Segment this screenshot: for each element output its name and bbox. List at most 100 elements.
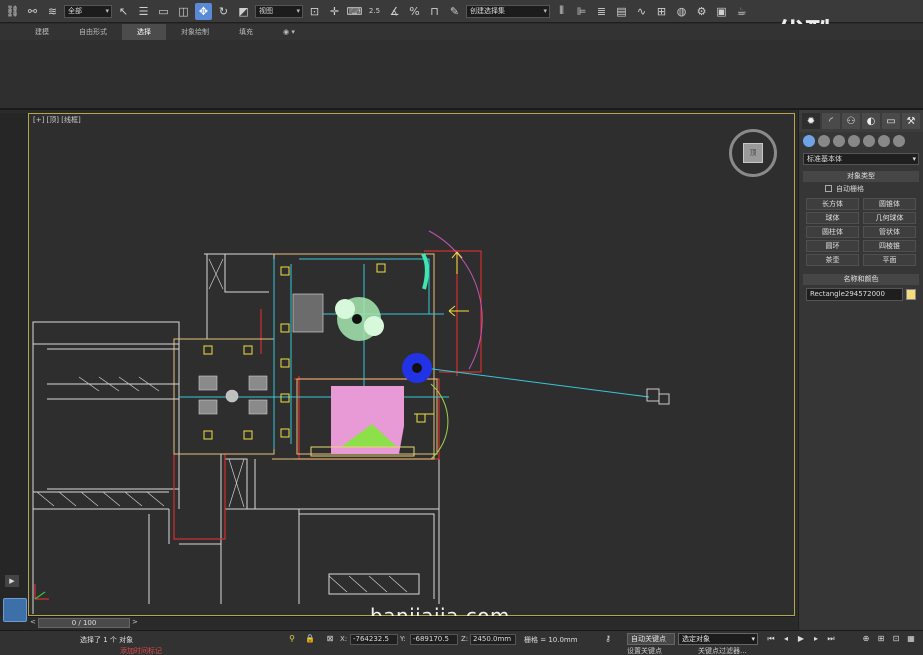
plane-button[interactable]: 平面 xyxy=(863,254,916,266)
select-by-name-icon[interactable]: ☰ xyxy=(135,3,152,20)
cameras-category-icon[interactable] xyxy=(848,135,860,147)
object-name-field[interactable]: Rectangle294572000 xyxy=(806,288,903,301)
systems-category-icon[interactable] xyxy=(893,135,905,147)
box-button[interactable]: 长方体 xyxy=(806,198,859,210)
set-key-label[interactable]: 设置关键点 xyxy=(627,646,662,655)
select-icon[interactable]: ↖ xyxy=(115,3,132,20)
sphere-button[interactable]: 球体 xyxy=(806,212,859,224)
tab-object-paint[interactable]: 对象绘制 xyxy=(166,24,224,40)
cone-button[interactable]: 圆锥体 xyxy=(863,198,916,210)
lights-category-icon[interactable] xyxy=(833,135,845,147)
key-mode-icon[interactable]: ⚷ xyxy=(602,633,614,645)
geometry-category-icon[interactable] xyxy=(803,135,815,147)
object-type-title[interactable]: 对象类型 xyxy=(803,171,919,182)
tube-button[interactable]: 管状体 xyxy=(863,226,916,238)
name-color-title[interactable]: 名称和颜色 xyxy=(803,274,919,285)
timeline-next-icon[interactable]: > xyxy=(132,618,138,626)
render-icon[interactable]: ☕ xyxy=(733,3,750,20)
modify-tab-icon[interactable]: ◜ xyxy=(822,113,840,129)
display-tab-icon[interactable]: ▭ xyxy=(882,113,900,129)
x-label: X: xyxy=(340,635,348,643)
motion-tab-icon[interactable]: ◐ xyxy=(862,113,880,129)
cylinder-button[interactable]: 圆柱体 xyxy=(806,226,859,238)
link-icon[interactable]: ⛓ xyxy=(4,3,21,20)
schematic-icon[interactable]: ⊞ xyxy=(653,3,670,20)
edit-named-selection-icon[interactable]: ✎ xyxy=(446,3,463,20)
utilities-tab-icon[interactable]: ⚒ xyxy=(902,113,920,129)
zoom-extents-all-icon[interactable]: ▦ xyxy=(905,633,917,645)
percent-snap-icon[interactable]: % xyxy=(406,3,423,20)
top-viewport[interactable]: [+] [顶] [线框] 顶 xyxy=(28,113,795,616)
command-panel: ✹ ◜ ⚇ ◐ ▭ ⚒ 标准基本体 对象类型 自动栅格 长方体 圆锥体 球体 几… xyxy=(798,110,923,630)
next-frame-icon[interactable]: ▸ xyxy=(810,633,822,645)
x-coordinate-field[interactable]: -764232.5 xyxy=(350,634,398,645)
selection-filter-dropdown[interactable]: 全部 xyxy=(64,4,112,18)
tab-freeform[interactable]: 自由形式 xyxy=(64,24,122,40)
lock-selection-icon[interactable]: 🔒 xyxy=(304,633,316,645)
object-color-swatch[interactable] xyxy=(906,289,916,300)
window-crossing-icon[interactable]: ◫ xyxy=(175,3,192,20)
tab-selection[interactable]: 选择 xyxy=(122,24,166,40)
align-icon[interactable]: ⊫ xyxy=(573,3,590,20)
z-coordinate-field[interactable]: 2450.0mm xyxy=(470,634,516,645)
absolute-mode-icon[interactable]: ⊠ xyxy=(324,633,336,645)
pin-icon[interactable]: ⚲ xyxy=(286,633,298,645)
selection-set-dropdown[interactable]: 选定对象 xyxy=(678,633,758,645)
hierarchy-tab-icon[interactable]: ⚇ xyxy=(842,113,860,129)
key-filters-button[interactable]: 关键点过滤器... xyxy=(698,646,747,655)
geometry-type-dropdown[interactable]: 标准基本体 xyxy=(803,153,919,165)
auto-grid-label: 自动栅格 xyxy=(836,185,864,193)
mirror-icon[interactable]: ⫴ xyxy=(553,3,570,20)
red-outlines xyxy=(173,250,482,540)
shapes-category-icon[interactable] xyxy=(818,135,830,147)
curve-editor-icon[interactable]: ∿ xyxy=(633,3,650,20)
helpers-category-icon[interactable] xyxy=(863,135,875,147)
timeline-prev-icon[interactable]: < xyxy=(30,618,36,626)
zoom-icon[interactable]: ⊕ xyxy=(860,633,872,645)
move-icon[interactable]: ✥ xyxy=(195,2,212,20)
auto-key-button[interactable]: 自动关键点 xyxy=(627,633,675,645)
zoom-all-icon[interactable]: ⊞ xyxy=(875,633,887,645)
auto-grid-checkbox[interactable]: 自动栅格 xyxy=(803,182,919,196)
create-tab-icon[interactable]: ✹ xyxy=(802,113,820,129)
pyramid-button[interactable]: 四棱锥 xyxy=(863,240,916,252)
play-icon[interactable]: ▶ xyxy=(5,575,19,587)
bind-space-warp-icon[interactable]: ≋ xyxy=(44,3,61,20)
create-category-tabs xyxy=(799,132,923,150)
rendered-frame-icon[interactable]: ▣ xyxy=(713,3,730,20)
select-manipulate-icon[interactable]: ✛ xyxy=(326,3,343,20)
y-coordinate-field[interactable]: -689170.5 xyxy=(410,634,458,645)
tab-modeling[interactable]: 建模 xyxy=(20,24,64,40)
maxscript-listener-icon[interactable] xyxy=(3,598,27,622)
add-time-tag-link[interactable]: 添加时间标记 xyxy=(120,646,162,655)
angle-snap-icon[interactable]: ∡ xyxy=(386,3,403,20)
material-editor-icon[interactable]: ◍ xyxy=(673,3,690,20)
snap-icon[interactable]: 2.5 xyxy=(366,3,383,20)
rotate-icon[interactable]: ↻ xyxy=(215,3,232,20)
unlink-icon[interactable]: ⚯ xyxy=(24,3,41,20)
grid-size: 栅格 = 10.0mm xyxy=(524,636,578,644)
torus-button[interactable]: 圆环 xyxy=(806,240,859,252)
teapot-button[interactable]: 茶壶 xyxy=(806,254,859,266)
render-setup-icon[interactable]: ⚙ xyxy=(693,3,710,20)
go-to-end-icon[interactable]: ⏭ xyxy=(825,633,837,645)
tab-populate[interactable]: 填充 xyxy=(224,24,268,40)
time-slider[interactable]: 0 / 100 xyxy=(38,618,130,628)
rect-region-icon[interactable]: ▭ xyxy=(155,3,172,20)
scale-icon[interactable]: ◩ xyxy=(235,3,252,20)
prev-frame-icon[interactable]: ◂ xyxy=(780,633,792,645)
zoom-extents-icon[interactable]: ⊡ xyxy=(890,633,902,645)
named-selection-dropdown[interactable]: 创建选择集 xyxy=(466,4,550,18)
spinner-snap-icon[interactable]: ⊓ xyxy=(426,3,443,20)
geosphere-button[interactable]: 几何球体 xyxy=(863,212,916,224)
checkbox-box[interactable] xyxy=(825,185,832,192)
keyboard-shortcut-icon[interactable]: ⌨ xyxy=(346,3,363,20)
graphite-icon[interactable]: ▤ xyxy=(613,3,630,20)
pivot-icon[interactable]: ⊡ xyxy=(306,3,323,20)
layer-icon[interactable]: ≣ xyxy=(593,3,610,20)
play-animation-icon[interactable]: ▶ xyxy=(795,633,807,645)
reference-coord-dropdown[interactable]: 视图 xyxy=(255,4,303,18)
ribbon-options-icon[interactable]: ◉ ▾ xyxy=(268,24,310,40)
go-to-start-icon[interactable]: ⏮ xyxy=(765,633,777,645)
spacewarps-category-icon[interactable] xyxy=(878,135,890,147)
